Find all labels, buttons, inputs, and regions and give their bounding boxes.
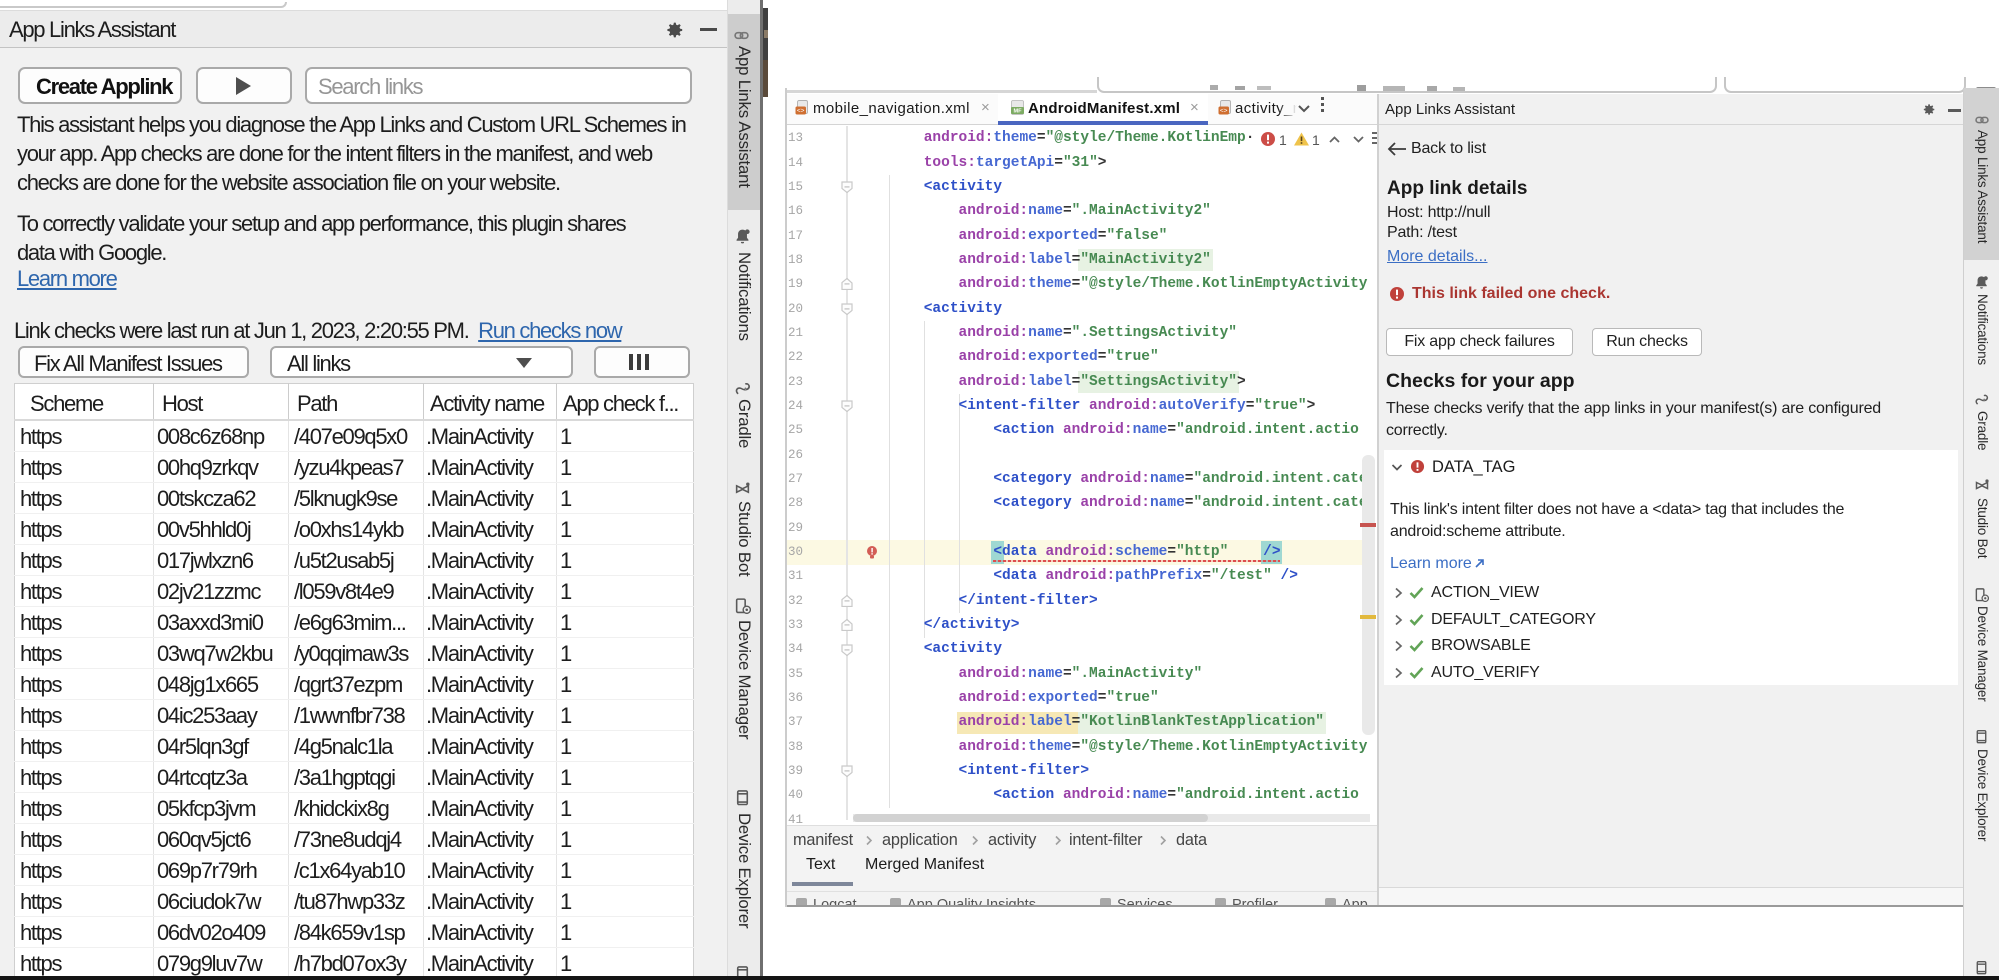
svg-text:<>: <> xyxy=(797,108,805,115)
svg-text:<>: <> xyxy=(1220,108,1228,115)
svg-text:MF: MF xyxy=(1013,109,1022,115)
